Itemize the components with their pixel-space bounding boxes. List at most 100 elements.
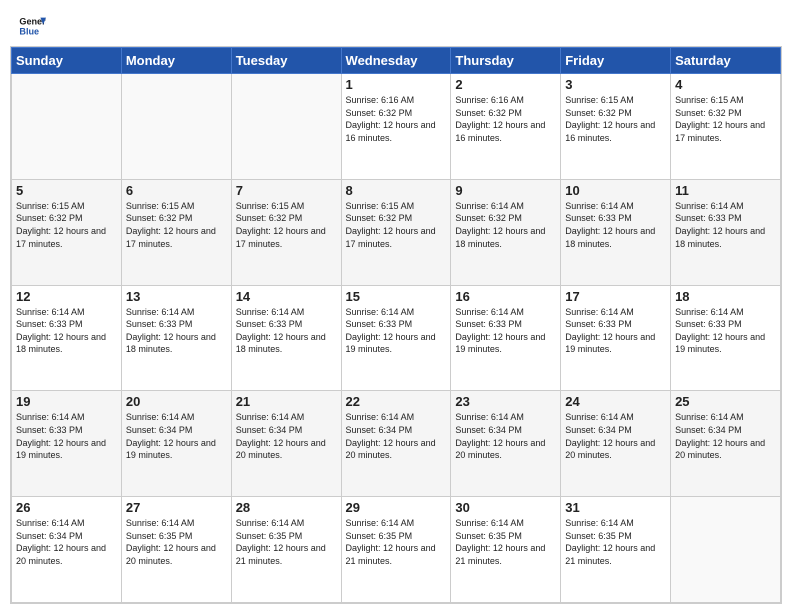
calendar-cell bbox=[671, 497, 781, 603]
calendar-cell: 14Sunrise: 6:14 AMSunset: 6:33 PMDayligh… bbox=[231, 285, 341, 391]
day-info: Sunrise: 6:14 AMSunset: 6:33 PMDaylight:… bbox=[565, 306, 666, 356]
day-info: Sunrise: 6:14 AMSunset: 6:33 PMDaylight:… bbox=[16, 306, 117, 356]
day-info: Sunrise: 6:14 AMSunset: 6:34 PMDaylight:… bbox=[346, 411, 447, 461]
day-info: Sunrise: 6:14 AMSunset: 6:33 PMDaylight:… bbox=[455, 306, 556, 356]
logo-icon: General Blue bbox=[18, 12, 46, 40]
calendar-cell: 16 Sunrise: 6:14 AMSunset: 6:33 PMDayligh… bbox=[451, 285, 561, 391]
calendar-cell: 12 Sunrise: 6:14 AMSunset: 6:33 PMDayligh… bbox=[12, 285, 122, 391]
calendar-cell: 22 Sunrise: 6:14 AMSunset: 6:34 PMDayligh… bbox=[341, 391, 451, 497]
day-number: 8 bbox=[346, 183, 447, 198]
calendar-cell: 3 Sunrise: 6:15 AMSunset: 6:32 PMDaylight… bbox=[561, 74, 671, 180]
calendar-cell: 30 Sunrise: 6:14 AMSunset: 6:35 PMDayligh… bbox=[451, 497, 561, 603]
calendar-cell: 13 Sunrise: 6:14 AMSunset: 6:33 PMDayligh… bbox=[121, 285, 231, 391]
day-info: Sunrise: 6:14 AMSunset: 6:35 PMDaylight:… bbox=[455, 517, 556, 567]
day-number: 27 bbox=[126, 500, 227, 515]
calendar-cell bbox=[121, 74, 231, 180]
calendar-cell: 2Sunrise: 6:16 AMSunset: 6:32 PMDaylight… bbox=[451, 74, 561, 180]
day-info: Sunrise: 6:14 AMSunset: 6:33 PMDaylight:… bbox=[346, 306, 447, 356]
calendar-cell: 31Sunrise: 6:14 AMSunset: 6:35 PMDayligh… bbox=[561, 497, 671, 603]
day-number: 28 bbox=[236, 500, 337, 515]
day-number: 7 bbox=[236, 183, 337, 198]
col-header-friday: Friday bbox=[561, 48, 671, 74]
day-info: Sunrise: 6:14 AMSunset: 6:35 PMDaylight:… bbox=[346, 517, 447, 567]
day-info: Sunrise: 6:14 AMSunset: 6:34 PMDaylight:… bbox=[675, 411, 776, 461]
day-number: 15 bbox=[346, 289, 447, 304]
day-info: Sunrise: 6:15 AMSunset: 6:32 PMDaylight:… bbox=[675, 94, 776, 144]
svg-text:Blue: Blue bbox=[19, 26, 39, 36]
day-info: Sunrise: 6:14 AMSunset: 6:33 PMDaylight:… bbox=[675, 200, 776, 250]
day-info: Sunrise: 6:15 AMSunset: 6:32 PMDaylight:… bbox=[16, 200, 117, 250]
day-number: 22 bbox=[346, 394, 447, 409]
day-info: Sunrise: 6:14 AMSunset: 6:33 PMDaylight:… bbox=[565, 200, 666, 250]
day-number: 6 bbox=[126, 183, 227, 198]
calendar-cell: 6 Sunrise: 6:15 AMSunset: 6:32 PMDaylight… bbox=[121, 179, 231, 285]
calendar-cell: 4 Sunrise: 6:15 AMSunset: 6:32 PMDaylight… bbox=[671, 74, 781, 180]
day-number: 20 bbox=[126, 394, 227, 409]
day-number: 9 bbox=[455, 183, 556, 198]
day-number: 23 bbox=[455, 394, 556, 409]
day-info: Sunrise: 6:14 AMSunset: 6:35 PMDaylight:… bbox=[126, 517, 227, 567]
calendar-cell: 25 Sunrise: 6:14 AMSunset: 6:34 PMDayligh… bbox=[671, 391, 781, 497]
calendar-cell: 28 Sunrise: 6:14 AMSunset: 6:35 PMDayligh… bbox=[231, 497, 341, 603]
calendar-cell: 24 Sunrise: 6:14 AMSunset: 6:34 PMDayligh… bbox=[561, 391, 671, 497]
day-info: Sunrise: 6:14 AMSunset: 6:34 PMDaylight:… bbox=[565, 411, 666, 461]
day-number: 4 bbox=[675, 77, 776, 92]
calendar-cell: 26 Sunrise: 6:14 AMSunset: 6:34 PMDayligh… bbox=[12, 497, 122, 603]
day-number: 31 bbox=[565, 500, 666, 515]
calendar-cell: 10 Sunrise: 6:14 AMSunset: 6:33 PMDayligh… bbox=[561, 179, 671, 285]
day-number: 18 bbox=[675, 289, 776, 304]
day-number: 10 bbox=[565, 183, 666, 198]
day-number: 5 bbox=[16, 183, 117, 198]
calendar-cell bbox=[12, 74, 122, 180]
day-info: Sunrise: 6:14 AMSunset: 6:34 PMDaylight:… bbox=[16, 517, 117, 567]
day-number: 26 bbox=[16, 500, 117, 515]
day-number: 24 bbox=[565, 394, 666, 409]
calendar-cell: 9Sunrise: 6:14 AMSunset: 6:32 PMDaylight… bbox=[451, 179, 561, 285]
day-info: Sunrise: 6:14 AMSunset: 6:33 PMDaylight:… bbox=[16, 411, 117, 461]
calendar-cell: 20Sunrise: 6:14 AMSunset: 6:34 PMDayligh… bbox=[121, 391, 231, 497]
day-number: 12 bbox=[16, 289, 117, 304]
day-number: 16 bbox=[455, 289, 556, 304]
calendar-cell: 11 Sunrise: 6:14 AMSunset: 6:33 PMDayligh… bbox=[671, 179, 781, 285]
day-info: Sunrise: 6:16 AMSunset: 6:32 PMDaylight:… bbox=[455, 94, 556, 144]
col-header-saturday: Saturday bbox=[671, 48, 781, 74]
col-header-wednesday: Wednesday bbox=[341, 48, 451, 74]
calendar-cell: 18 Sunrise: 6:14 AMSunset: 6:33 PMDayligh… bbox=[671, 285, 781, 391]
calendar-cell bbox=[231, 74, 341, 180]
day-info: Sunrise: 6:14 AMSunset: 6:35 PMDaylight:… bbox=[236, 517, 337, 567]
day-number: 29 bbox=[346, 500, 447, 515]
calendar-cell: 7 Sunrise: 6:15 AMSunset: 6:32 PMDaylight… bbox=[231, 179, 341, 285]
day-info: Sunrise: 6:15 AMSunset: 6:32 PMDaylight:… bbox=[565, 94, 666, 144]
day-number: 3 bbox=[565, 77, 666, 92]
col-header-sunday: Sunday bbox=[12, 48, 122, 74]
calendar-cell: 17Sunrise: 6:14 AMSunset: 6:33 PMDayligh… bbox=[561, 285, 671, 391]
calendar-cell: 8 Sunrise: 6:15 AMSunset: 6:32 PMDaylight… bbox=[341, 179, 451, 285]
day-number: 19 bbox=[16, 394, 117, 409]
calendar-cell: 29 Sunrise: 6:14 AMSunset: 6:35 PMDayligh… bbox=[341, 497, 451, 603]
day-number: 30 bbox=[455, 500, 556, 515]
header: General Blue bbox=[0, 0, 792, 46]
day-info: Sunrise: 6:14 AMSunset: 6:33 PMDaylight:… bbox=[675, 306, 776, 356]
calendar-cell: 15 Sunrise: 6:14 AMSunset: 6:33 PMDayligh… bbox=[341, 285, 451, 391]
logo: General Blue bbox=[18, 12, 46, 40]
day-number: 25 bbox=[675, 394, 776, 409]
calendar-page: General Blue SundayMondayTuesdayWednesda… bbox=[0, 0, 792, 612]
day-number: 14 bbox=[236, 289, 337, 304]
day-info: Sunrise: 6:15 AMSunset: 6:32 PMDaylight:… bbox=[126, 200, 227, 250]
calendar-cell: 5 Sunrise: 6:15 AMSunset: 6:32 PMDaylight… bbox=[12, 179, 122, 285]
day-info: Sunrise: 6:16 AMSunset: 6:32 PMDaylight:… bbox=[346, 94, 447, 144]
calendar-cell: 27 Sunrise: 6:14 AMSunset: 6:35 PMDayligh… bbox=[121, 497, 231, 603]
day-number: 13 bbox=[126, 289, 227, 304]
day-number: 1 bbox=[346, 77, 447, 92]
calendar: SundayMondayTuesdayWednesdayThursdayFrid… bbox=[10, 46, 782, 604]
day-number: 11 bbox=[675, 183, 776, 198]
calendar-cell: 19 Sunrise: 6:14 AMSunset: 6:33 PMDayligh… bbox=[12, 391, 122, 497]
day-info: Sunrise: 6:14 AMSunset: 6:34 PMDaylight:… bbox=[455, 411, 556, 461]
calendar-cell: 1 Sunrise: 6:16 AMSunset: 6:32 PMDaylight… bbox=[341, 74, 451, 180]
day-number: 21 bbox=[236, 394, 337, 409]
col-header-thursday: Thursday bbox=[451, 48, 561, 74]
day-info: Sunrise: 6:14 AMSunset: 6:33 PMDaylight:… bbox=[126, 306, 227, 356]
col-header-tuesday: Tuesday bbox=[231, 48, 341, 74]
day-info: Sunrise: 6:15 AMSunset: 6:32 PMDaylight:… bbox=[346, 200, 447, 250]
day-info: Sunrise: 6:15 AMSunset: 6:32 PMDaylight:… bbox=[236, 200, 337, 250]
